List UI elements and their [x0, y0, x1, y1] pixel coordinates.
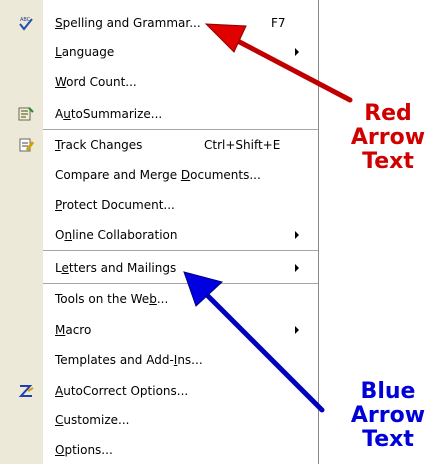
blue-arrow — [183, 271, 325, 413]
red-arrow — [204, 23, 353, 103]
red-arrow-text: Red Arrow Text — [350, 101, 426, 174]
blue-arrow-text: Blue Arrow Text — [350, 379, 426, 452]
